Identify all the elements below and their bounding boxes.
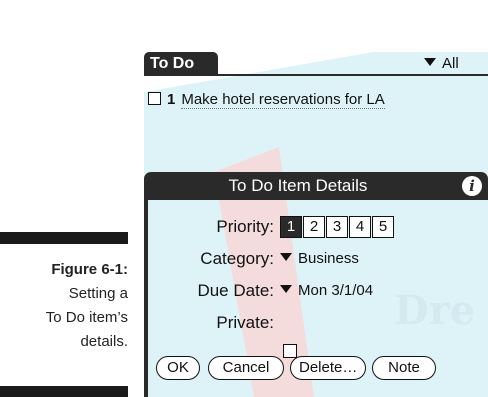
- todo-priority: 1: [167, 91, 176, 108]
- priority-option-3[interactable]: 3: [326, 216, 348, 238]
- private-label: Private:: [216, 313, 274, 332]
- category-label: Category:: [200, 249, 274, 268]
- category-filter-picker[interactable]: All: [424, 54, 459, 74]
- priority-option-4[interactable]: 4: [349, 216, 371, 238]
- dropdown-triangle-icon: [280, 253, 292, 261]
- priority-option-1[interactable]: 1: [280, 216, 302, 238]
- category-value: Business: [298, 250, 359, 267]
- dialog-title: To Do Item Details: [144, 172, 488, 200]
- due-date-label: Due Date:: [197, 281, 274, 300]
- figure-label: Figure 6-1:: [51, 261, 128, 278]
- private-checkbox[interactable]: [283, 344, 297, 358]
- category-filter-value: All: [442, 55, 459, 72]
- priority-selector: 1 2 3 4 5: [280, 216, 395, 238]
- figure-caption: Figure 6-1: Setting a To Do item’s detai…: [0, 258, 128, 354]
- priority-option-2[interactable]: 2: [303, 216, 325, 238]
- cancel-button[interactable]: Cancel: [208, 356, 284, 380]
- due-date-value: Mon 3/1/04: [298, 282, 374, 299]
- priority-label: Priority:: [216, 217, 274, 236]
- title-bar-rule: [144, 74, 488, 76]
- caption-line-2: To Do item’s: [45, 309, 128, 326]
- dropdown-triangle-icon: [424, 58, 436, 66]
- app-title[interactable]: To Do: [144, 52, 218, 76]
- todo-description[interactable]: Make hotel reservations for LA: [181, 91, 385, 109]
- note-button[interactable]: Note: [372, 356, 436, 380]
- palm-screen: Dre To Do All 1 Make hotel reservations f…: [144, 52, 488, 397]
- delete-button[interactable]: Delete…: [290, 356, 366, 380]
- todo-complete-checkbox[interactable]: [148, 92, 161, 105]
- caption-top-rule: [0, 232, 128, 244]
- info-icon[interactable]: i: [462, 176, 482, 196]
- todo-list-item[interactable]: 1 Make hotel reservations for LA: [148, 90, 488, 110]
- caption-bottom-rule: [0, 386, 128, 397]
- due-date-picker[interactable]: Mon 3/1/04: [280, 280, 373, 302]
- priority-option-5[interactable]: 5: [372, 216, 394, 238]
- dropdown-triangle-icon: [280, 285, 292, 293]
- ok-button[interactable]: OK: [156, 356, 200, 380]
- title-bar: To Do All: [144, 52, 488, 76]
- category-picker[interactable]: Business: [280, 248, 359, 270]
- caption-line-3: details.: [80, 333, 128, 350]
- caption-line-1: Setting a: [68, 285, 128, 302]
